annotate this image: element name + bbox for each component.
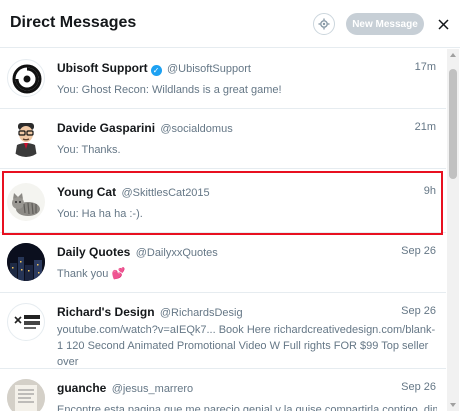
contact-name[interactable]: guanche: [57, 381, 106, 395]
contact-handle: @socialdomus: [160, 123, 233, 135]
richards-creative-logo-icon: [14, 315, 40, 329]
avatar: [7, 59, 45, 97]
avatar: [7, 183, 45, 221]
ubisoft-logo-icon: [12, 64, 42, 94]
conversation-item[interactable]: Young Cat @SkittlesCat2015 9h You: Ha ha…: [0, 173, 446, 233]
night-city-photo-icon: [7, 243, 45, 281]
contact-name[interactable]: Young Cat: [57, 185, 116, 199]
message-preview: youtube.com/watch?v=aIEQk7... Book Here …: [57, 324, 436, 368]
contact-name[interactable]: Richard's Design: [57, 305, 155, 319]
conversation-item[interactable]: Richard's Design @RichardsDesig Sep 26 y…: [0, 293, 446, 369]
avatar: [7, 303, 45, 341]
document-photo-icon: [7, 379, 45, 411]
scrollbar[interactable]: [447, 49, 459, 411]
message-preview-text: Thank you: [57, 268, 109, 280]
message-preview: You: Ha ha ha :-).: [57, 208, 143, 220]
message-preview: You: Ghost Recon: Wildlands is a great g…: [57, 84, 282, 96]
hearts-emoji: 💕: [111, 268, 126, 280]
dm-header: Direct Messages New Message: [0, 0, 460, 48]
contact-handle: @DailyxxQuotes: [135, 247, 218, 259]
close-button[interactable]: [434, 14, 452, 34]
page-title: Direct Messages: [10, 14, 137, 31]
message-time: Sep 26: [401, 245, 436, 257]
cartoon-man-icon: [15, 123, 37, 157]
new-message-button[interactable]: New Message: [346, 13, 424, 35]
message-time: 9h: [423, 185, 436, 197]
verified-badge-icon: ✓: [150, 65, 162, 76]
contact-handle: @RichardsDesig: [159, 307, 243, 319]
conversation-item[interactable]: Davide Gasparini @socialdomus 21m You: T…: [0, 109, 446, 169]
avatar: [7, 243, 45, 281]
message-time: Sep 26: [401, 305, 436, 317]
message-time: Sep 26: [401, 381, 436, 393]
contact-name[interactable]: Davide Gasparini: [57, 121, 155, 135]
contact-name[interactable]: Ubisoft Support: [57, 61, 148, 75]
contact-name[interactable]: Daily Quotes: [57, 245, 130, 259]
avatar: [7, 379, 45, 411]
conversation-item[interactable]: guanche @jesus_marrero Sep 26 Encontre e…: [0, 369, 446, 411]
message-preview: You: Thanks.: [57, 144, 121, 156]
contact-handle: @UbisoftSupport: [167, 63, 251, 75]
conversation-item[interactable]: Ubisoft Support ✓ @UbisoftSupport 17m You…: [0, 49, 446, 109]
conversation-list: Ubisoft Support ✓ @UbisoftSupport 17m You…: [0, 49, 446, 411]
gear-icon: [318, 18, 330, 30]
scroll-down-arrow-icon[interactable]: [450, 403, 456, 407]
scroll-up-arrow-icon[interactable]: [450, 53, 456, 57]
message-time: 21m: [414, 121, 436, 133]
contact-handle: @jesus_marrero: [111, 383, 194, 395]
tabby-cat-icon: [12, 193, 40, 216]
message-preview: Thank you 💕: [57, 266, 437, 282]
close-icon: [437, 18, 449, 30]
message-time: 17m: [414, 61, 436, 73]
message-preview: Encontre esta pagina que me parecio geni…: [57, 404, 437, 411]
conversation-item[interactable]: Daily Quotes @DailyxxQuotes Sep 26 Thank…: [0, 233, 446, 293]
contact-handle: @SkittlesCat2015: [121, 187, 210, 199]
avatar: [7, 119, 45, 157]
scrollbar-thumb[interactable]: [449, 69, 457, 179]
settings-button[interactable]: [313, 13, 335, 35]
